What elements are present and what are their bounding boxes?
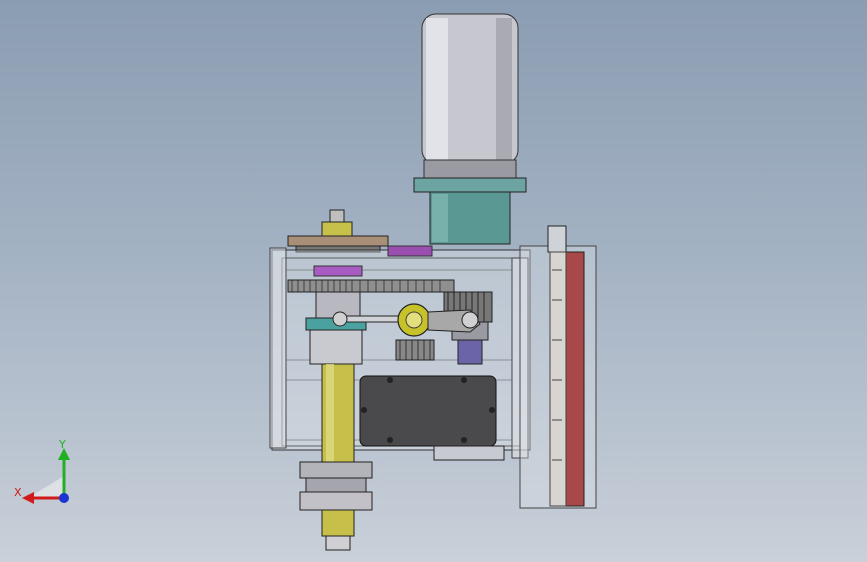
top-coupling[interactable] [287, 209, 389, 253]
y-axis-label: Y [58, 440, 66, 451]
idler-gear[interactable] [395, 339, 435, 361]
motor-base [423, 159, 517, 179]
coordinate-triad: Y X [14, 440, 70, 504]
cad-model[interactable] [0, 0, 867, 562]
motor-flange[interactable] [413, 177, 527, 245]
z-axis-dot [59, 493, 69, 503]
motor[interactable] [421, 13, 519, 179]
side-plate[interactable] [519, 225, 597, 509]
gear-rack[interactable] [287, 279, 455, 293]
graphics-viewport[interactable]: Y X [0, 0, 867, 562]
x-axis-label: X [14, 486, 22, 499]
x-axis-arrow [22, 492, 34, 504]
highlight-part [313, 265, 363, 277]
lower-shaft[interactable] [299, 461, 373, 551]
